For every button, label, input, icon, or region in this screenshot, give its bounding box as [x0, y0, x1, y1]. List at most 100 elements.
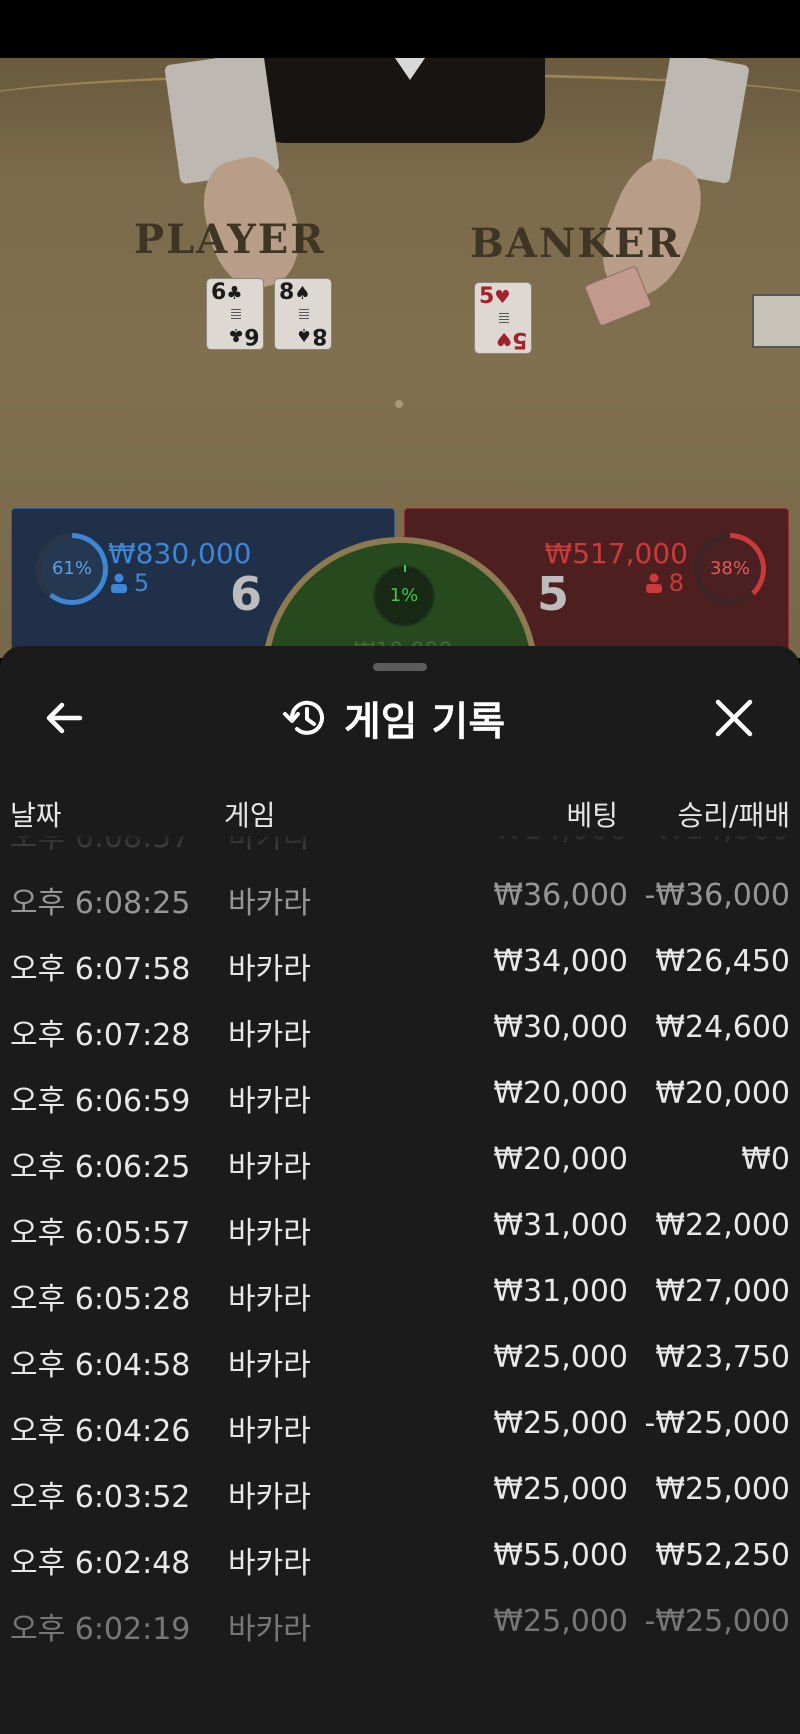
card-rank-bottom: 6♣: [227, 323, 259, 348]
row-result: ₩52,250: [655, 1538, 790, 1573]
row-game: 바카라: [228, 1546, 311, 1581]
close-icon: [715, 699, 753, 737]
row-result: -₩25,000: [644, 1406, 790, 1441]
row-result: -₩36,000: [644, 878, 790, 913]
history-row[interactable]: 오후 6:08:57 바카라 ₩14,000 -₩14,000: [0, 836, 800, 862]
banker-score: 5: [537, 567, 570, 621]
close-button[interactable]: [708, 692, 760, 744]
history-row[interactable]: 오후 6:06:25 바카라 ₩20,000 ₩0: [0, 1126, 800, 1192]
row-result: ₩22,000: [655, 1208, 790, 1243]
row-date: 오후 6:07:58: [10, 952, 191, 987]
row-game: 바카라: [228, 1018, 311, 1053]
row-game: 바카라: [228, 1282, 311, 1317]
history-row[interactable]: 오후 6:06:59 바카라 ₩20,000 ₩20,000: [0, 1060, 800, 1126]
row-bet: ₩55,000: [493, 1538, 628, 1573]
row-bet: ₩20,000: [493, 1142, 628, 1177]
player-zone-label: PLAYER: [134, 216, 326, 263]
column-header-game[interactable]: 게임: [224, 794, 276, 834]
row-game: 바카라: [228, 1216, 311, 1251]
row-game: 바카라: [228, 836, 311, 855]
history-row[interactable]: 오후 6:03:52 바카라 ₩25,000 ₩25,000: [0, 1456, 800, 1522]
row-date: 오후 6:05:28: [10, 1282, 191, 1317]
player-percent-ring: 61%: [36, 533, 108, 605]
history-row[interactable]: 오후 6:07:58 바카라 ₩34,000 ₩26,450: [0, 928, 800, 994]
row-game: 바카라: [228, 1414, 311, 1449]
row-bet: ₩20,000: [493, 1076, 628, 1111]
player-score: 6: [229, 567, 262, 621]
row-game: 바카라: [228, 886, 311, 921]
row-date: 오후 6:06:59: [10, 1084, 191, 1119]
card-shoe: [752, 294, 800, 348]
history-row[interactable]: 오후 6:02:48 바카라 ₩55,000 ₩52,250: [0, 1522, 800, 1588]
sheet-drag-handle[interactable]: [373, 663, 427, 671]
card-rank-bottom: 5♥: [495, 327, 527, 352]
row-game: 바카라: [228, 952, 311, 987]
row-bet: ₩25,000: [493, 1604, 628, 1639]
person-icon: [645, 573, 662, 593]
tie-percent: 1%: [389, 585, 419, 606]
player-card-2: 8♠ 8♠: [274, 278, 332, 350]
row-result: -₩14,000: [645, 836, 790, 847]
banker-total-amount: ₩517,000: [544, 537, 688, 570]
row-date: 오후 6:08:57: [10, 836, 191, 855]
row-game: 바카라: [228, 1084, 311, 1119]
history-list[interactable]: 오후 6:08:57 바카라 ₩14,000 -₩14,000 오후 6:08:25 바카…: [0, 836, 800, 1734]
column-header-result[interactable]: 승리/패배: [678, 794, 790, 834]
row-date: 오후 6:02:48: [10, 1546, 191, 1581]
row-bet: ₩31,000: [493, 1208, 628, 1243]
row-game: 바카라: [228, 1348, 311, 1383]
history-row[interactable]: 오후 6:02:19 바카라 ₩25,000 -₩25,000: [0, 1588, 800, 1654]
row-date: 오후 6:07:28: [10, 1018, 191, 1053]
row-bet: ₩30,000: [493, 1010, 628, 1045]
player-card-1: 6♣ 6♣: [206, 278, 264, 350]
row-result: ₩20,000: [655, 1076, 790, 1111]
game-history-sheet: 게임 기록 날짜 게임 베팅 승리/패배 오후 6:08:57 바카라 ₩14,00…: [0, 646, 800, 1734]
banker-percent: 38%: [709, 558, 750, 579]
row-date: 오후 6:08:25: [10, 886, 191, 921]
history-row[interactable]: 오후 6:07:28 바카라 ₩30,000 ₩24,600: [0, 994, 800, 1060]
card-rank-bottom: 8♠: [295, 323, 327, 348]
row-game: 바카라: [228, 1480, 311, 1515]
history-row[interactable]: 오후 6:05:28 바카라 ₩31,000 ₩27,000: [0, 1258, 800, 1324]
row-bet: ₩25,000: [493, 1472, 628, 1507]
card-rank: 6♣: [211, 280, 243, 305]
banker-card-1: 5♥ 5♥: [474, 282, 532, 354]
row-result: ₩25,000: [655, 1472, 790, 1507]
back-button[interactable]: [38, 692, 90, 744]
row-result: ₩27,000: [655, 1274, 790, 1309]
row-result: ₩0: [741, 1142, 790, 1177]
column-header-bet[interactable]: 베팅: [566, 794, 618, 834]
row-bet: ₩34,000: [493, 944, 628, 979]
history-row[interactable]: 오후 6:05:57 바카라 ₩31,000 ₩22,000: [0, 1192, 800, 1258]
row-game: 바카라: [228, 1612, 311, 1647]
row-game: 바카라: [228, 1150, 311, 1185]
history-row[interactable]: 오후 6:08:25 바카라 ₩36,000 -₩36,000: [0, 862, 800, 928]
row-date: 오후 6:05:57: [10, 1216, 191, 1251]
card-rank: 8♠: [279, 280, 311, 305]
column-header-date[interactable]: 날짜: [10, 794, 62, 834]
player-bettor-count: 5: [110, 569, 149, 597]
history-icon: [283, 700, 324, 735]
table-marker: [395, 400, 403, 408]
row-bet: ₩25,000: [493, 1406, 628, 1441]
row-result: -₩25,000: [644, 1604, 790, 1639]
history-list-content: 오후 6:08:57 바카라 ₩14,000 -₩14,000 오후 6:08:25 바카…: [0, 836, 800, 1654]
row-date: 오후 6:04:26: [10, 1414, 191, 1449]
row-result: ₩24,600: [655, 1010, 790, 1045]
player-total-amount: ₩830,000: [108, 537, 252, 570]
banker-percent-ring: 38%: [694, 533, 766, 605]
row-date: 오후 6:03:52: [10, 1480, 191, 1515]
history-row[interactable]: 오후 6:04:26 바카라 ₩25,000 -₩25,000: [0, 1390, 800, 1456]
row-bet: ₩25,000: [493, 1340, 628, 1375]
row-bet: ₩14,000: [493, 836, 628, 847]
player-percent: 61%: [51, 558, 92, 579]
history-row[interactable]: 오후 6:04:58 바카라 ₩25,000 ₩23,750: [0, 1324, 800, 1390]
row-date: 오후 6:02:19: [10, 1612, 191, 1647]
row-date: 오후 6:06:25: [10, 1150, 191, 1185]
banker-zone-label: BANKER: [470, 220, 682, 267]
dealer-vest: [255, 58, 545, 143]
arrow-left-icon: [46, 702, 83, 734]
sheet-title: 게임 기록: [282, 692, 505, 745]
person-icon: [111, 573, 127, 593]
card-rank: 5♥: [479, 284, 511, 309]
